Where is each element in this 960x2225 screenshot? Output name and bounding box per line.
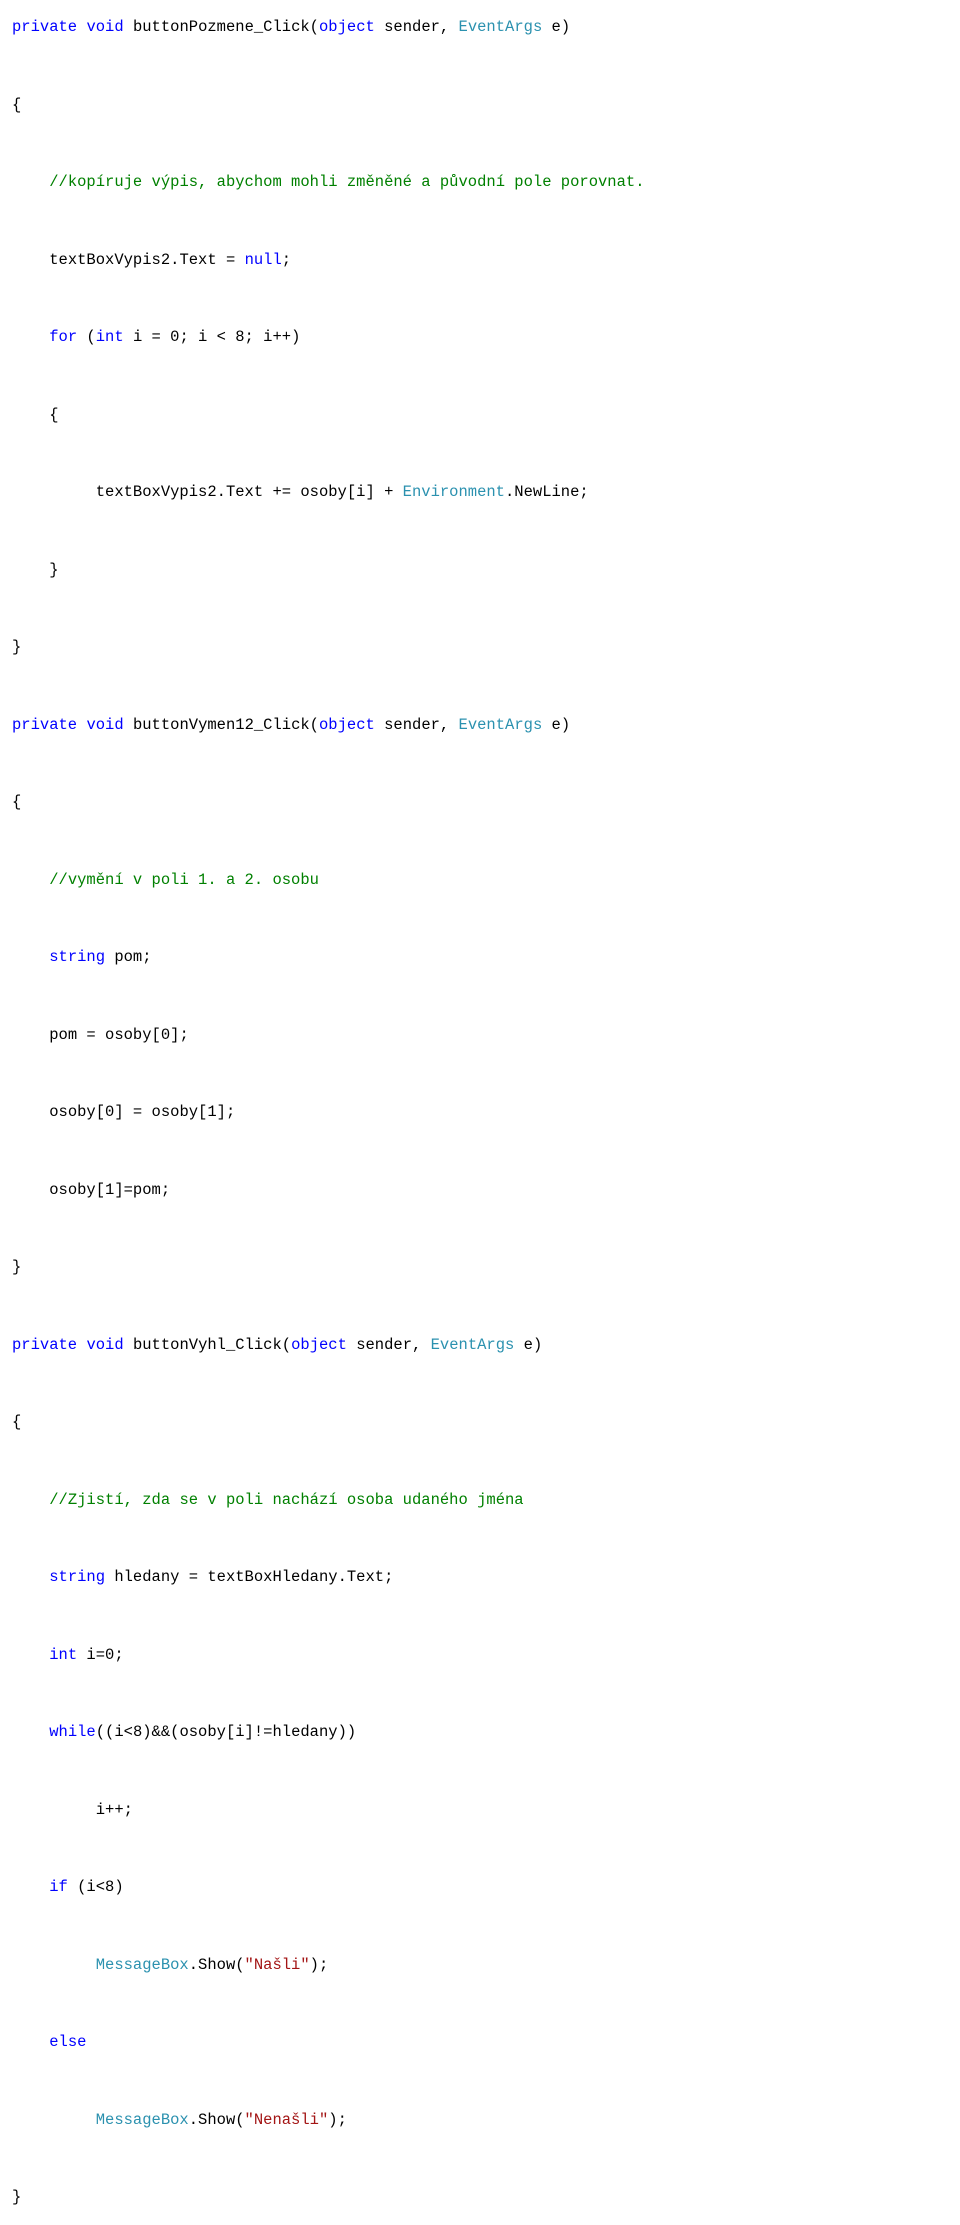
code-line: int i=0; [49, 1646, 123, 1664]
code-block: private void buttonPozmene_Click(object … [0, 0, 960, 2225]
code-line: osoby[0] = osoby[1]; [49, 1103, 235, 1121]
code-line: string hledany = textBoxHledany.Text; [49, 1568, 393, 1586]
code-comment: //Zjistí, zda se v poli nachází osoba ud… [49, 1491, 523, 1509]
code-line: { [12, 793, 21, 811]
code-line: { [12, 96, 21, 114]
code-line: } [12, 638, 21, 656]
code-line: i++; [96, 1801, 133, 1819]
code-comment: //kopíruje výpis, abychom mohli změněné … [49, 173, 644, 191]
code-line: { [49, 406, 58, 424]
code-line: MessageBox.Show("Našli"); [96, 1956, 329, 1974]
code-line: private void buttonPozmene_Click(object … [12, 18, 570, 36]
code-line: { [12, 1413, 21, 1431]
code-line: } [12, 1258, 21, 1276]
code-line: osoby[1]=pom; [49, 1181, 170, 1199]
code-line: else [49, 2033, 86, 2051]
code-line: string pom; [49, 948, 151, 966]
code-line: private void buttonVyhl_Click(object sen… [12, 1336, 542, 1354]
code-line: if (i<8) [49, 1878, 123, 1896]
code-line: while((i<8)&&(osoby[i]!=hledany)) [49, 1723, 356, 1741]
code-line: } [49, 561, 58, 579]
code-line: MessageBox.Show("Nenašli"); [96, 2111, 347, 2129]
code-line: } [12, 2188, 21, 2206]
code-line: textBoxVypis2.Text = null; [49, 251, 291, 269]
code-line: private void buttonVymen12_Click(object … [12, 716, 570, 734]
code-line: pom = osoby[0]; [49, 1026, 189, 1044]
code-line: for (int i = 0; i < 8; i++) [49, 328, 300, 346]
code-comment: //vymění v poli 1. a 2. osobu [49, 871, 319, 889]
code-line: textBoxVypis2.Text += osoby[i] + Environ… [96, 483, 589, 501]
